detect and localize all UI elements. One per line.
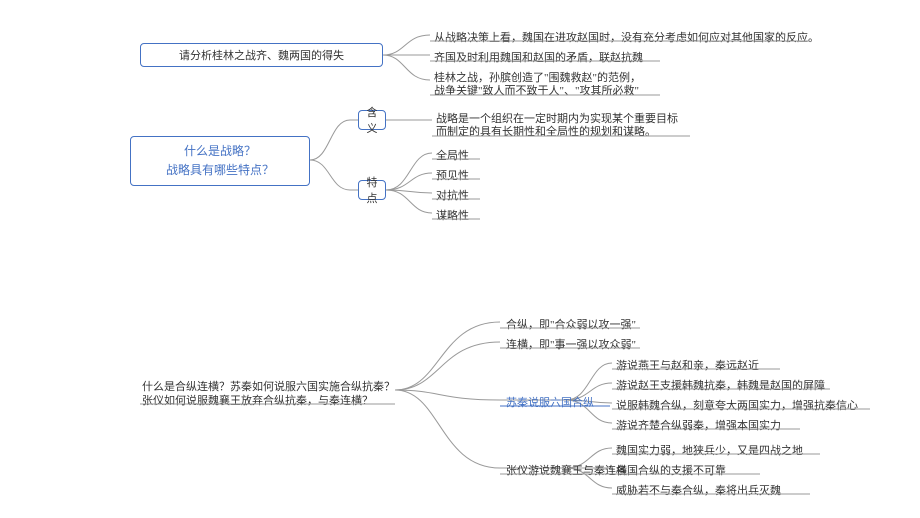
su-b: 游说赵王支援韩魏抗秦，韩魏是赵国的屏障 bbox=[616, 377, 825, 393]
su-a: 游说燕王与赵和亲，秦远赵近 bbox=[616, 357, 759, 373]
question-guilin: 请分析桂林之战齐、魏两国的得失 bbox=[140, 43, 383, 67]
main-line2: 战略具有哪些特点？ bbox=[166, 161, 274, 180]
feature-1: 全局性 bbox=[436, 147, 469, 163]
zhang-label: 张仪游说魏襄王与秦连横 bbox=[506, 462, 627, 478]
meaning-label: 含义 bbox=[358, 110, 386, 130]
zhang-a: 魏国实力弱，地狭兵少，又是四战之地 bbox=[616, 442, 803, 458]
zhang-b: 各国合纵的支援不可靠 bbox=[616, 462, 726, 478]
feature-label: 特点 bbox=[358, 180, 386, 200]
meaning-text2: 而制定的具有长期性和全局性的规划和谋略。 bbox=[436, 123, 656, 139]
q1-answer-3b: 战争关键"致人而不致于人"、"攻其所必救" bbox=[434, 82, 639, 98]
feature-4: 谋略性 bbox=[436, 207, 469, 223]
su-d: 游说齐楚合纵弱秦，增强本国实力 bbox=[616, 417, 781, 433]
q1-answer-1: 从战略决策上看，魏国在进攻赵国时，没有充分考虑如何应对其他国家的反应。 bbox=[434, 29, 819, 45]
main-line1: 什么是战略？ bbox=[184, 142, 256, 161]
q1-text: 请分析桂林之战齐、魏两国的得失 bbox=[179, 47, 344, 63]
main-topic: 什么是战略？ 战略具有哪些特点？ bbox=[130, 136, 310, 186]
feature-2: 预见性 bbox=[436, 167, 469, 183]
q2-line2: 张仪如何说服魏襄王放弃合纵抗秦，与秦连横？ bbox=[142, 392, 373, 408]
su-c: 说服韩魏合纵，刻意夸大两国实力，增强抗秦信心 bbox=[616, 397, 858, 413]
feature-3: 对抗性 bbox=[436, 187, 469, 203]
q1-answer-2: 齐国及时利用魏国和赵国的矛盾，联赵抗魏 bbox=[434, 49, 643, 65]
hz: 合纵，即"合众弱以攻一强" bbox=[506, 316, 636, 332]
zhang-c: 威胁若不与秦合纵，秦将出兵灭魏 bbox=[616, 482, 781, 498]
lh: 连横，即"事一强以攻众弱" bbox=[506, 336, 636, 352]
su-label: 苏秦说服六国合纵 bbox=[506, 394, 594, 410]
